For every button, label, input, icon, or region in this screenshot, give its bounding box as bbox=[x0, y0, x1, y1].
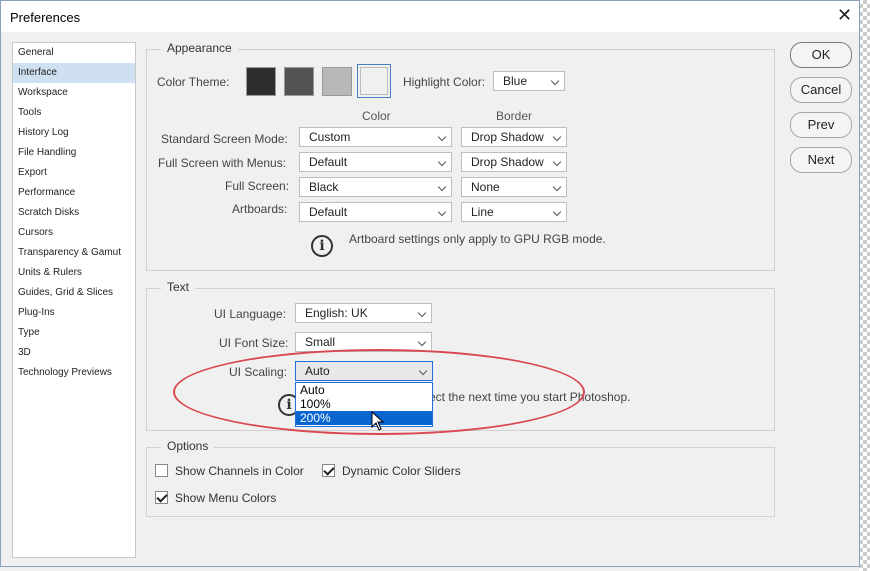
chevron-down-icon bbox=[437, 157, 447, 167]
preferences-dialog: Preferences ✕ General Interface Workspac… bbox=[0, 0, 860, 567]
chevron-down-icon bbox=[418, 366, 428, 376]
show-menu-colors-checkbox[interactable] bbox=[155, 491, 168, 504]
highlight-color-value: Blue bbox=[503, 74, 528, 88]
sidebar-item-units-rulers[interactable]: Units & Rulers bbox=[13, 263, 135, 283]
sidebar-item-interface[interactable]: Interface bbox=[13, 63, 135, 83]
close-icon[interactable]: ✕ bbox=[837, 5, 852, 26]
border-column-header: Border bbox=[496, 109, 533, 123]
show-channels-in-color-label: Show Channels in Color bbox=[175, 464, 304, 478]
options-group-label: Options bbox=[161, 439, 215, 453]
transparency-checker-background bbox=[859, 0, 870, 571]
sidebar-item-performance[interactable]: Performance bbox=[13, 183, 135, 203]
color-theme-label: Color Theme: bbox=[157, 75, 230, 89]
sidebar-item-export[interactable]: Export bbox=[13, 163, 135, 183]
ui-scaling-dropdown-list: Auto 100% 200% bbox=[295, 382, 433, 427]
chevron-down-icon bbox=[437, 207, 447, 217]
ui-scaling-select[interactable]: Auto bbox=[295, 361, 433, 381]
chevron-down-icon bbox=[552, 132, 562, 142]
theme-swatch-medium[interactable] bbox=[322, 67, 352, 96]
ui-scaling-label: UI Scaling: bbox=[229, 365, 288, 379]
mouse-pointer-icon bbox=[371, 411, 385, 431]
ui-font-size-select[interactable]: Small bbox=[295, 332, 432, 352]
sidebar-item-technology-previews[interactable]: Technology Previews bbox=[13, 363, 135, 383]
dynamic-color-sliders-label: Dynamic Color Sliders bbox=[342, 464, 461, 478]
artboards-border-value: Line bbox=[471, 205, 494, 219]
full-screen-menus-color-value: Default bbox=[309, 155, 348, 169]
ui-scaling-option-200[interactable]: 200% bbox=[296, 411, 432, 425]
ui-scaling-value: Auto bbox=[305, 364, 330, 378]
standard-screen-color-select[interactable]: Custom bbox=[299, 127, 452, 147]
ui-language-select[interactable]: English: UK bbox=[295, 303, 432, 323]
standard-screen-mode-label: Standard Screen Mode: bbox=[161, 132, 288, 146]
dialog-title: Preferences bbox=[10, 10, 81, 25]
prev-button[interactable]: Prev bbox=[790, 112, 852, 138]
sidebar-item-cursors[interactable]: Cursors bbox=[13, 223, 135, 243]
sidebar-item-3d[interactable]: 3D bbox=[13, 343, 135, 363]
sidebar-item-workspace[interactable]: Workspace bbox=[13, 83, 135, 103]
ui-language-value: English: UK bbox=[305, 306, 368, 320]
ui-scaling-option-100[interactable]: 100% bbox=[296, 397, 432, 411]
ui-scaling-option-auto[interactable]: Auto bbox=[296, 383, 432, 397]
standard-screen-border-select[interactable]: Drop Shadow bbox=[461, 127, 567, 147]
cancel-button[interactable]: Cancel bbox=[790, 77, 852, 103]
artboards-color-select[interactable]: Default bbox=[299, 202, 452, 222]
chevron-down-icon bbox=[417, 308, 427, 318]
sidebar-item-file-handling[interactable]: File Handling bbox=[13, 143, 135, 163]
chevron-down-icon bbox=[437, 182, 447, 192]
artboards-label: Artboards: bbox=[232, 202, 288, 216]
highlight-color-select[interactable]: Blue bbox=[493, 71, 565, 91]
artboard-note: Artboard settings only apply to GPU RGB … bbox=[349, 232, 606, 246]
sidebar-item-guides-grid-slices[interactable]: Guides, Grid & Slices bbox=[13, 283, 135, 303]
full-screen-menus-color-select[interactable]: Default bbox=[299, 152, 452, 172]
chevron-down-icon bbox=[437, 132, 447, 142]
sidebar-item-type[interactable]: Type bbox=[13, 323, 135, 343]
full-screen-menus-label: Full Screen with Menus: bbox=[158, 156, 287, 170]
sidebar-item-transparency-gamut[interactable]: Transparency & Gamut bbox=[13, 243, 135, 263]
chevron-down-icon bbox=[550, 76, 560, 86]
full-screen-border-value: None bbox=[471, 180, 500, 194]
chevron-down-icon bbox=[552, 182, 562, 192]
sidebar-item-scratch-disks[interactable]: Scratch Disks bbox=[13, 203, 135, 223]
ui-font-size-label: UI Font Size: bbox=[219, 336, 289, 350]
ui-language-label: UI Language: bbox=[214, 307, 287, 321]
standard-screen-border-value: Drop Shadow bbox=[471, 130, 544, 144]
title-bar: Preferences ✕ bbox=[1, 1, 859, 32]
color-column-header: Color bbox=[362, 109, 391, 123]
standard-screen-color-value: Custom bbox=[309, 130, 351, 144]
ui-scaling-note: ect the next time you start Photoshop. bbox=[429, 390, 631, 404]
artboards-color-value: Default bbox=[309, 205, 348, 219]
sidebar-item-history-log[interactable]: History Log bbox=[13, 123, 135, 143]
sidebar-item-general[interactable]: General bbox=[13, 43, 135, 63]
chevron-down-icon bbox=[417, 337, 427, 347]
options-group: Options bbox=[146, 439, 775, 517]
text-group-label: Text bbox=[161, 280, 196, 294]
theme-swatch-light-selected[interactable] bbox=[357, 64, 391, 98]
preferences-sidebar: General Interface Workspace Tools Histor… bbox=[12, 42, 136, 558]
highlight-color-label: Highlight Color: bbox=[403, 75, 486, 89]
full-screen-border-select[interactable]: None bbox=[461, 177, 567, 197]
dynamic-color-sliders-checkbox[interactable] bbox=[322, 464, 335, 477]
ui-font-size-value: Small bbox=[305, 335, 336, 349]
theme-swatch-darkest[interactable] bbox=[246, 67, 276, 96]
sidebar-item-tools[interactable]: Tools bbox=[13, 103, 135, 123]
ok-button[interactable]: OK bbox=[790, 42, 852, 68]
theme-swatch-dark[interactable] bbox=[284, 67, 314, 96]
info-icon: i bbox=[311, 235, 333, 257]
sidebar-item-plug-ins[interactable]: Plug-Ins bbox=[13, 303, 135, 323]
chevron-down-icon bbox=[552, 157, 562, 167]
full-screen-color-value: Black bbox=[309, 180, 339, 194]
show-channels-in-color-checkbox[interactable] bbox=[155, 464, 168, 477]
theme-swatch-light-fill bbox=[360, 67, 388, 95]
next-button[interactable]: Next bbox=[790, 147, 852, 173]
show-menu-colors-label: Show Menu Colors bbox=[175, 491, 277, 505]
artboards-border-select[interactable]: Line bbox=[461, 202, 567, 222]
full-screen-label: Full Screen: bbox=[225, 179, 290, 193]
appearance-group-label: Appearance bbox=[161, 41, 238, 55]
full-screen-color-select[interactable]: Black bbox=[299, 177, 452, 197]
full-screen-menus-border-select[interactable]: Drop Shadow bbox=[461, 152, 567, 172]
full-screen-menus-border-value: Drop Shadow bbox=[471, 155, 544, 169]
chevron-down-icon bbox=[552, 207, 562, 217]
